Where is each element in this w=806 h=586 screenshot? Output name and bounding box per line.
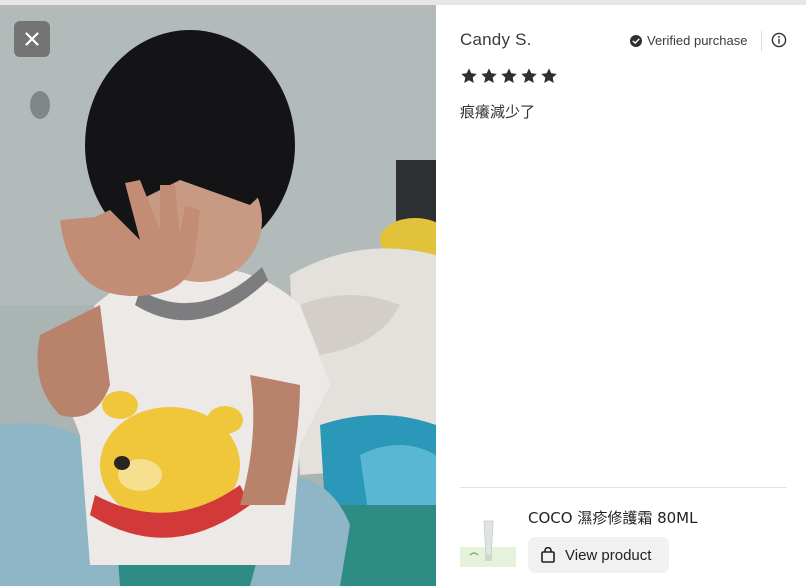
check-circle-icon bbox=[630, 34, 642, 47]
info-circle-icon bbox=[771, 32, 787, 48]
verified-badge: Verified purchase bbox=[630, 33, 747, 48]
verified-label: Verified purchase bbox=[647, 33, 748, 48]
close-button[interactable] bbox=[14, 21, 50, 57]
close-icon bbox=[25, 32, 39, 46]
review-photo bbox=[0, 5, 436, 586]
info-button[interactable] bbox=[771, 32, 787, 48]
star-rating bbox=[460, 67, 558, 85]
product-thumbnail[interactable] bbox=[460, 511, 516, 567]
review-photo-image bbox=[0, 5, 436, 586]
star-icon bbox=[541, 68, 557, 83]
star-icon bbox=[501, 68, 517, 83]
star-icon bbox=[461, 68, 477, 83]
header-divider bbox=[761, 31, 762, 51]
review-panel: Candy S. Verified purchase 痕癢減少了 COCO 濕疹… bbox=[436, 5, 806, 586]
review-text: 痕癢減少了 bbox=[460, 103, 536, 121]
star-icon bbox=[521, 68, 537, 83]
view-product-label: View product bbox=[565, 546, 652, 564]
product-name[interactable]: COCO 濕疹修護霜 80ML bbox=[528, 507, 697, 528]
star-icon bbox=[481, 68, 497, 83]
shopping-bag-icon bbox=[541, 547, 555, 563]
product-divider bbox=[460, 487, 787, 488]
review-modal: Candy S. Verified purchase 痕癢減少了 COCO 濕疹… bbox=[0, 5, 806, 586]
reviewer-name: Candy S. bbox=[460, 30, 532, 49]
view-product-button[interactable]: View product bbox=[528, 537, 669, 573]
